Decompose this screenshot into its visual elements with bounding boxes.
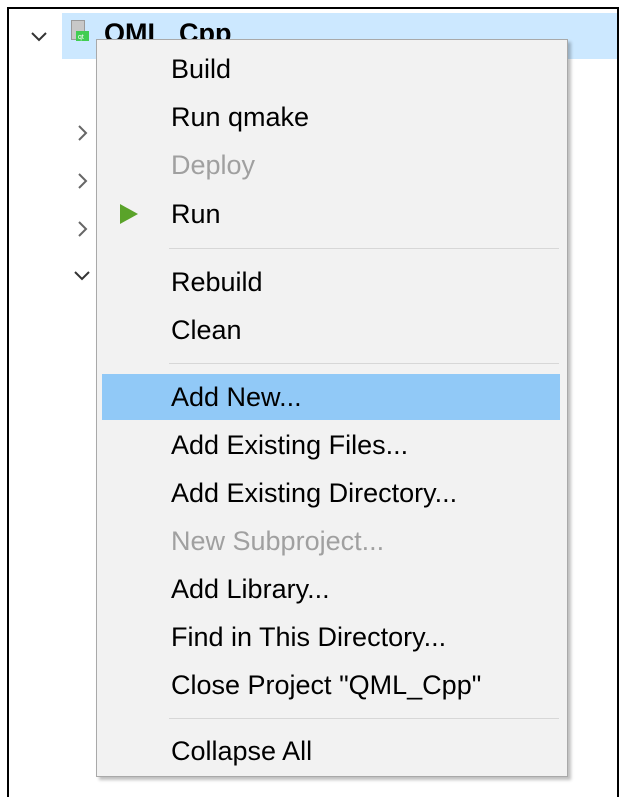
menu-item-label: Rebuild	[171, 267, 263, 297]
menu-item-run[interactable]: Run	[102, 191, 560, 237]
menu-item-label: Find in This Directory...	[171, 622, 447, 652]
chevron-right-icon[interactable]	[71, 218, 93, 240]
menu-item-label: Close Project "QML_Cpp"	[171, 670, 482, 700]
chevron-down-icon[interactable]	[71, 264, 93, 286]
menu-item-label: Collapse All	[171, 736, 313, 766]
menu-item-label: Deploy	[171, 150, 256, 180]
menu-item-build[interactable]: Build	[102, 46, 560, 92]
menu-item-rebuild[interactable]: Rebuild	[102, 259, 560, 305]
qt-project-file-icon: qt	[69, 19, 91, 43]
menu-item-add-existing-directory[interactable]: Add Existing Directory...	[102, 470, 560, 516]
menu-item-deploy: Deploy	[102, 142, 560, 188]
menu-item-label: New Subproject...	[171, 526, 385, 556]
menu-item-add-library[interactable]: Add Library...	[102, 566, 560, 612]
menu-item-label: Add New...	[171, 382, 302, 412]
chevron-right-icon[interactable]	[71, 122, 93, 144]
context-menu: Build Run qmake Deploy Run Rebuild Clean…	[96, 39, 568, 777]
menu-item-label: Add Existing Files...	[171, 430, 409, 460]
menu-item-add-new[interactable]: Add New...	[102, 374, 560, 420]
menu-item-label: Add Library...	[171, 574, 330, 604]
play-icon	[117, 202, 141, 226]
menu-separator	[169, 248, 559, 249]
menu-item-label: Run qmake	[171, 102, 310, 132]
menu-item-add-existing-files[interactable]: Add Existing Files...	[102, 422, 560, 468]
chevron-down-icon[interactable]	[28, 25, 50, 47]
menu-item-run-qmake[interactable]: Run qmake	[102, 94, 560, 140]
menu-item-clean[interactable]: Clean	[102, 307, 560, 353]
menu-item-label: Build	[171, 54, 232, 84]
menu-item-label: Add Existing Directory...	[171, 478, 458, 508]
menu-item-collapse-all[interactable]: Collapse All	[102, 728, 560, 774]
menu-item-close-project[interactable]: Close Project "QML_Cpp"	[102, 662, 560, 708]
menu-item-label: Run	[171, 199, 221, 229]
svg-text:qt: qt	[78, 34, 84, 41]
menu-item-label: Clean	[171, 315, 242, 345]
menu-separator	[169, 718, 559, 719]
menu-item-new-subproject: New Subproject...	[102, 518, 560, 564]
project-title[interactable]: QML_Cpp	[104, 17, 232, 39]
chevron-right-icon[interactable]	[71, 170, 93, 192]
menu-item-find-in-directory[interactable]: Find in This Directory...	[102, 614, 560, 660]
menu-separator	[169, 363, 559, 364]
